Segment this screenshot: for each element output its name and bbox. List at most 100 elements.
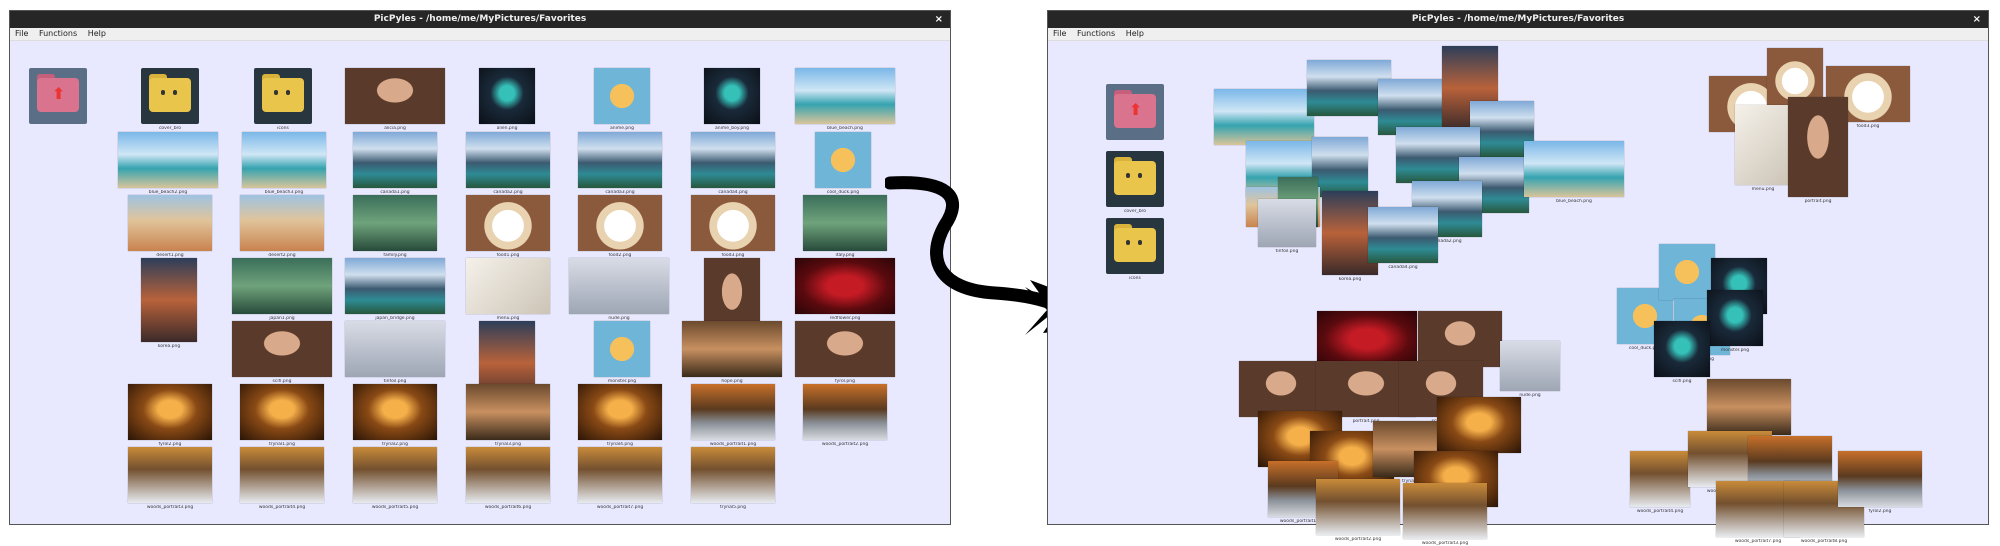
folder-face-eye: [274, 90, 278, 95]
picture-thumbnail[interactable]: fyrol2.png: [1838, 451, 1922, 514]
folder-icon[interactable]: icons: [254, 68, 312, 131]
thumbnail-label: woods_portrait2.png: [821, 442, 869, 447]
picture-thumbnail[interactable]: woods_portrait3.png: [1403, 483, 1487, 546]
picture-thumbnail[interactable]: [1214, 89, 1314, 145]
folder-face-eye: [173, 90, 177, 95]
picture-thumbnail[interactable]: family.png: [353, 195, 437, 258]
picture-thumbnail[interactable]: redflower.png: [795, 258, 895, 321]
picture-thumbnail[interactable]: italy.png: [803, 195, 887, 258]
picture-thumbnail[interactable]: nude.png: [1500, 341, 1560, 398]
picture-thumbnail[interactable]: alien.png: [479, 68, 535, 131]
picture-thumbnail[interactable]: tinfoil.png: [1258, 199, 1316, 254]
picture-thumbnail[interactable]: menu.png: [466, 258, 550, 321]
picture-thumbnail[interactable]: scifi.png: [1654, 321, 1710, 384]
picture-thumbnail[interactable]: tinfoil.png: [345, 321, 445, 384]
picture-thumbnail[interactable]: scifi.png: [232, 321, 332, 384]
menu-file[interactable]: File: [15, 29, 28, 38]
picture-thumbnail[interactable]: alicia.png: [345, 68, 445, 131]
thumbnail-label: trynal5.png: [720, 505, 746, 510]
picture-thumbnail[interactable]: woods_portrait5.png: [353, 447, 437, 510]
parent-folder-icon[interactable]: ⬆: [1106, 84, 1164, 140]
picture-thumbnail[interactable]: canada3.png: [578, 132, 662, 195]
picture-thumbnail[interactable]: hope.png: [682, 321, 782, 384]
menu-file[interactable]: File: [1053, 29, 1066, 38]
picture-thumbnail[interactable]: blue_beach.png: [795, 68, 895, 131]
thumbnail-label: blue_beach.png: [1556, 199, 1592, 204]
thumbnail-label: woods_portrait4.png: [258, 505, 306, 510]
up-arrow-icon: ⬆: [1129, 100, 1143, 119]
picture-thumbnail[interactable]: desert2.png: [240, 195, 324, 258]
folder-icon[interactable]: cover_bro: [141, 68, 199, 131]
menu-help[interactable]: Help: [88, 29, 106, 38]
picture-thumbnail[interactable]: woods_portrait6.png: [466, 447, 550, 510]
menu-help[interactable]: Help: [1126, 29, 1144, 38]
picture-thumbnail[interactable]: canada1.png: [353, 132, 437, 195]
picture-canvas[interactable]: ⬆cover_broiconsblue_beach.pngdesert1.png…: [1048, 41, 1988, 546]
picture-thumbnail[interactable]: nude.png: [569, 258, 669, 321]
thumbnail-label: portrait.png: [1804, 199, 1832, 204]
thumbnail-label: woods_portrait8.png: [1800, 539, 1848, 544]
picture-thumbnail[interactable]: trynal3.png: [466, 384, 550, 447]
folder-face-eye: [1138, 173, 1142, 178]
picture-thumbnail[interactable]: anime_boy.png: [704, 68, 760, 131]
picture-thumbnail[interactable]: trynal4.png: [1437, 397, 1521, 460]
picture-thumbnail[interactable]: trynal5.png: [691, 447, 775, 510]
thumbnail-label: korea.png: [1338, 277, 1362, 282]
picture-thumbnail[interactable]: blue_beach.png: [1524, 141, 1624, 204]
picture-thumbnail[interactable]: canada4.png: [1368, 207, 1438, 270]
folder-face-eye: [1138, 240, 1142, 245]
picture-thumbnail[interactable]: alicia.png: [1418, 311, 1502, 374]
picture-thumbnail[interactable]: monster.png: [1707, 290, 1763, 353]
picture-thumbnail[interactable]: woods_portrait2.png: [1316, 479, 1400, 542]
folder-face-eye: [286, 90, 290, 95]
thumbnail-label: woods_portrait2.png: [1334, 537, 1382, 542]
picture-thumbnail[interactable]: canada2.png: [466, 132, 550, 195]
picture-thumbnail[interactable]: woods_portrait7.png: [578, 447, 662, 510]
folder-icon[interactable]: cover_bro: [1106, 151, 1164, 214]
thumbnail-label: woods_portrait5.png: [371, 505, 419, 510]
thumbnail-label: woods_portrait6.png: [484, 505, 532, 510]
picture-thumbnail[interactable]: hope.png: [1707, 379, 1791, 442]
picture-thumbnail[interactable]: fyrol.png: [795, 321, 895, 384]
picture-thumbnail[interactable]: [1239, 361, 1323, 417]
picture-thumbnail[interactable]: woods_portrait1.png: [691, 384, 775, 447]
picture-thumbnail[interactable]: fyrol2.png: [128, 384, 212, 447]
picture-thumbnail[interactable]: japan_bridge.png: [345, 258, 445, 321]
folder-face-eye: [161, 90, 165, 95]
picture-thumbnail[interactable]: food2.png: [578, 195, 662, 258]
picture-thumbnail[interactable]: woods_portrait3.png: [128, 447, 212, 510]
folder-face-eye: [1126, 173, 1130, 178]
picture-thumbnail[interactable]: anime.png: [594, 68, 650, 131]
picture-thumbnail[interactable]: trynal1.png: [240, 384, 324, 447]
picture-thumbnail[interactable]: blue_beach3.png: [242, 132, 326, 195]
picture-thumbnail[interactable]: [1312, 137, 1368, 197]
picture-thumbnail[interactable]: woods_portrait4.png: [1630, 451, 1690, 514]
picture-thumbnail[interactable]: cool_duck.png: [815, 132, 871, 195]
close-icon[interactable]: ×: [1973, 11, 1981, 28]
thumbnail-label: woods_portrait7.png: [596, 505, 644, 510]
picture-thumbnail[interactable]: food3.png: [691, 195, 775, 258]
picture-thumbnail[interactable]: redflower.png: [1317, 311, 1417, 374]
menu-functions[interactable]: Functions: [39, 29, 77, 38]
picture-thumbnail[interactable]: trynal2.png: [353, 384, 437, 447]
window-pile-view: PicPyles - /home/me/MyPictures/Favorites…: [1047, 10, 1989, 546]
parent-folder-icon[interactable]: ⬆: [29, 68, 87, 124]
picture-thumbnail[interactable]: woods_portrait2.png: [803, 384, 887, 447]
picture-canvas[interactable]: ⬆ cover_bro icons alicia.png alien.png anime.…: [10, 41, 950, 524]
picture-thumbnail[interactable]: trynal4.png: [578, 384, 662, 447]
menu-functions[interactable]: Functions: [1077, 29, 1115, 38]
picture-thumbnail[interactable]: korea.png: [141, 258, 197, 349]
picture-thumbnail[interactable]: blue_beach2.png: [118, 132, 218, 195]
thumbnail-label: canada4.png: [1388, 265, 1418, 270]
close-icon[interactable]: ×: [935, 11, 943, 28]
picture-thumbnail[interactable]: woods_portrait4.png: [240, 447, 324, 510]
picture-thumbnail[interactable]: portrait.png: [1788, 97, 1848, 204]
picture-thumbnail[interactable]: japan1.png: [232, 258, 332, 321]
picture-thumbnail[interactable]: desert1.png: [128, 195, 212, 258]
picture-thumbnail[interactable]: menu.png: [1735, 105, 1791, 192]
picture-thumbnail[interactable]: monster.png: [594, 321, 650, 384]
menu-bar: File Functions Help: [1048, 28, 1988, 41]
picture-thumbnail[interactable]: canada4.png: [691, 132, 775, 195]
picture-thumbnail[interactable]: food1.png: [466, 195, 550, 258]
folder-icon[interactable]: icons: [1106, 218, 1164, 281]
